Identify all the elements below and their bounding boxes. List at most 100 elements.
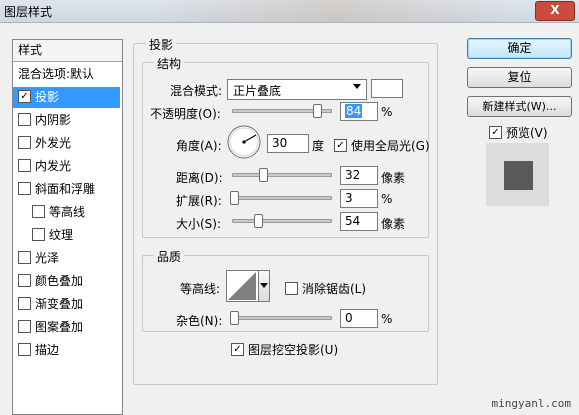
noise-value: 0 [345, 311, 353, 325]
blend-mode-value: 正片叠底 [233, 84, 282, 98]
contour-curve-icon [228, 272, 256, 300]
distance-slider-thumb[interactable] [259, 168, 268, 182]
knockout-toggle[interactable]: 图层挖空投影(U) [231, 341, 338, 358]
style-item-label: 图案叠加 [35, 320, 84, 334]
contour-checkbox[interactable] [32, 205, 45, 218]
antialiased-toggle[interactable]: 消除锯齿(L) [285, 280, 366, 297]
shadow-color-swatch[interactable] [371, 79, 403, 98]
style-item-inner-shadow[interactable]: 内阴影 [13, 110, 120, 131]
inner-glow-checkbox[interactable] [18, 159, 31, 172]
spread-slider-thumb[interactable] [230, 191, 239, 205]
reset-button[interactable]: 复位 [467, 67, 572, 88]
opacity-slider-thumb[interactable] [313, 104, 322, 118]
style-item-contour[interactable]: 等高线 [13, 202, 120, 223]
angle-input[interactable]: 30 [267, 134, 309, 153]
size-slider-track[interactable] [232, 219, 332, 223]
blend-options-item[interactable]: 混合选项:默认 [13, 64, 120, 85]
pattern-overlay-checkbox[interactable] [18, 320, 31, 333]
noise-slider-thumb[interactable] [230, 311, 239, 325]
outer-glow-checkbox[interactable] [18, 136, 31, 149]
style-item-inner-glow[interactable]: 内发光 [13, 156, 120, 177]
noise-input[interactable]: 0 [340, 309, 378, 328]
knockout-checkbox[interactable] [231, 343, 244, 356]
angle-unit: 度 [312, 139, 325, 153]
style-item-label: 投影 [35, 90, 60, 104]
opacity-unit: % [381, 105, 393, 119]
size-slider-thumb[interactable] [254, 214, 263, 228]
blend-mode-label: 混合模式: [170, 84, 223, 98]
contour-label: 等高线: [180, 282, 221, 296]
chevron-down-icon [260, 283, 268, 288]
color-overlay-checkbox[interactable] [18, 274, 31, 287]
blend-mode-select[interactable]: 正片叠底 [227, 79, 367, 100]
distance-input[interactable]: 32 [340, 166, 378, 185]
drop-shadow-checkbox[interactable] [18, 90, 31, 103]
style-item-label: 斜面和浮雕 [35, 182, 96, 196]
style-item-label: 渐变叠加 [35, 297, 84, 311]
preview-swatch [504, 161, 533, 190]
size-value: 54 [345, 214, 361, 228]
distance-label: 距离(D): [176, 171, 223, 185]
style-item-satin[interactable]: 光泽 [13, 248, 120, 269]
size-input[interactable]: 54 [340, 212, 378, 231]
distance-value: 32 [345, 168, 361, 182]
chevron-down-icon [353, 84, 361, 89]
angle-dial[interactable] [226, 124, 262, 160]
style-item-label: 颜色叠加 [35, 274, 84, 288]
global-light-checkbox[interactable] [334, 139, 347, 152]
inner-shadow-checkbox[interactable] [18, 113, 31, 126]
global-light-toggle[interactable]: 使用全局光(G) [334, 137, 430, 154]
quality-title: 品质 [154, 248, 185, 265]
style-item-stroke[interactable]: 描边 [13, 340, 120, 361]
close-button[interactable]: X [535, 1, 575, 21]
style-item-texture[interactable]: 纹理 [13, 225, 120, 246]
style-item-outer-glow[interactable]: 外发光 [13, 133, 120, 154]
spread-slider-track[interactable] [232, 196, 332, 200]
style-item-color-overlay[interactable]: 颜色叠加 [13, 271, 120, 292]
style-item-drop-shadow[interactable]: 投影 [13, 87, 120, 108]
style-item-label: 外发光 [35, 136, 72, 150]
global-light-label: 使用全局光(G) [351, 139, 430, 153]
angle-value: 30 [272, 136, 288, 150]
new-style-button[interactable]: 新建样式(W)... [467, 96, 572, 117]
style-item-pattern-overlay[interactable]: 图案叠加 [13, 317, 120, 338]
title-bar-texture [150, 0, 520, 22]
antialiased-checkbox[interactable] [285, 282, 298, 295]
contour-dropdown-button[interactable] [258, 270, 270, 302]
watermark: mingyanl.com [491, 397, 571, 410]
antialiased-label: 消除锯齿(L) [302, 282, 367, 296]
contour-picker[interactable] [226, 270, 259, 302]
spread-value: 3 [345, 191, 353, 205]
style-item-label: 内阴影 [35, 113, 72, 127]
ok-button[interactable]: 确定 [467, 38, 572, 59]
angle-label: 角度(A): [176, 139, 222, 153]
window-title: 图层样式 [4, 5, 53, 19]
opacity-input[interactable]: 84 [340, 102, 378, 121]
style-item-label: 等高线 [49, 205, 86, 219]
style-item-label: 描边 [35, 343, 60, 357]
title-bar: 图层样式 X [0, 0, 579, 23]
style-list-header: 样式 [13, 40, 122, 62]
style-item-gradient-overlay[interactable]: 渐变叠加 [13, 294, 120, 315]
style-item-bevel-emboss[interactable]: 斜面和浮雕 [13, 179, 120, 200]
satin-checkbox[interactable] [18, 251, 31, 264]
preview-thumbnail [486, 143, 549, 206]
noise-unit: % [381, 312, 393, 326]
spread-input[interactable]: 3 [340, 189, 378, 208]
distance-slider-track[interactable] [232, 173, 332, 177]
style-item-label: 光泽 [35, 251, 60, 265]
texture-checkbox[interactable] [32, 228, 45, 241]
distance-unit: 像素 [381, 171, 406, 185]
preview-checkbox[interactable] [489, 126, 502, 139]
style-item-label: 纹理 [49, 228, 74, 242]
stroke-checkbox[interactable] [18, 343, 31, 356]
opacity-value: 84 [345, 104, 363, 118]
bevel-emboss-checkbox[interactable] [18, 182, 31, 195]
size-label: 大小(S): [176, 217, 222, 231]
structure-title: 结构 [154, 55, 185, 72]
opacity-label: 不透明度(O): [150, 107, 221, 121]
gradient-overlay-checkbox[interactable] [18, 297, 31, 310]
noise-label: 杂色(N): [176, 314, 223, 328]
preview-toggle[interactable]: 预览(V) [489, 124, 548, 141]
noise-slider-track[interactable] [232, 316, 332, 320]
